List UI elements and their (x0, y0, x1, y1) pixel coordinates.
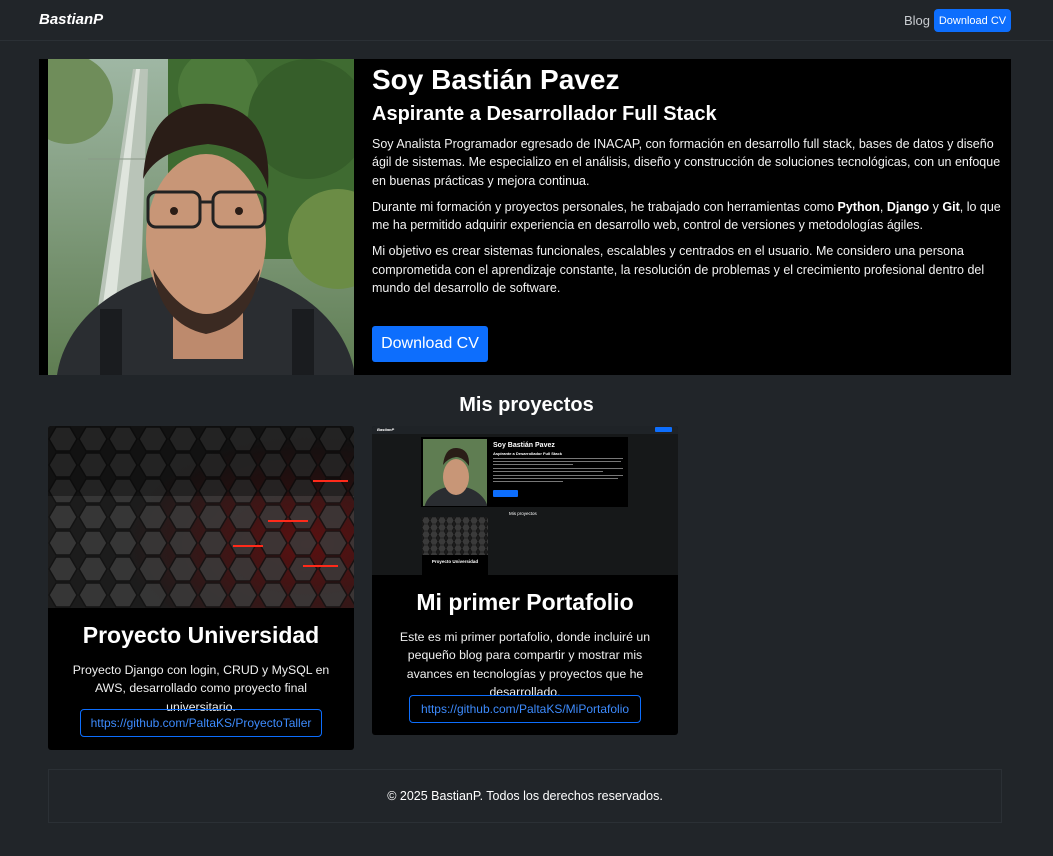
preview-text-line (493, 478, 618, 480)
hero-section: Soy Bastián Pavez Aspirante a Desarrolla… (39, 59, 1011, 375)
hero-paragraph-2-text: Durante mi formación y proyectos persona… (372, 199, 838, 214)
projects-title: Mis proyectos (459, 394, 594, 416)
hero-paragraph-2: Durante mi formación y proyectos persona… (372, 198, 1004, 235)
preview-card: Proyecto Universidad (422, 517, 488, 575)
project-title: Mi primer Portafolio (416, 589, 634, 615)
preview-card-title: Proyecto Universidad (431, 559, 479, 564)
download-cv-button[interactable]: Download CV (372, 326, 488, 362)
footer: © 2025 BastianP. Todos los derechos rese… (48, 769, 1002, 823)
preview-hero: Soy Bastián Pavez Aspirante a Desarrolla… (421, 437, 628, 507)
project-github-link[interactable]: https://github.com/PaltaKS/ProyectoTalle… (80, 709, 322, 737)
preview-subtitle: Aspirante a Desarrollador Full Stack (493, 451, 562, 456)
nav-link-blog[interactable]: Blog (904, 13, 930, 28)
preview-text-line (493, 475, 623, 477)
preview-button (655, 427, 672, 432)
portfolio-preview-screenshot: BastianP Soy Bastián Pavez Aspirante a D… (372, 426, 678, 575)
preview-cta (493, 490, 518, 497)
preview-navbar: BastianP (372, 426, 678, 434)
project-card-portafolio: BastianP Soy Bastián Pavez Aspirante a D… (372, 426, 678, 735)
separator: , (879, 199, 887, 214)
preview-text-line (493, 481, 563, 483)
project-description: Proyecto Django con login, CRUD y MySQL … (72, 663, 330, 714)
hero-subtitle: Aspirante a Desarrollador Full Stack (372, 103, 717, 125)
navbar-download-cv-button[interactable]: Download CV (934, 9, 1011, 32)
navbar: BastianP Blog Download CV (0, 0, 1053, 41)
preview-text-line (493, 458, 623, 460)
preview-projects-title: Mis proyectos (509, 511, 537, 516)
project-github-link[interactable]: https://github.com/PaltaKS/MiPortafolio (409, 695, 641, 723)
project-image-portfolio-preview: BastianP Soy Bastián Pavez Aspirante a D… (372, 426, 678, 575)
separator: y (929, 199, 943, 214)
project-image-hexagons (48, 426, 354, 608)
project-description: Este es mi primer portafolio, donde incl… (399, 630, 651, 699)
preview-text-line (493, 461, 621, 463)
hero-paragraph-3: Mi objetivo es crear sistemas funcionale… (372, 244, 985, 296)
hero-text: Soy Bastián Pavez Aspirante a Desarrolla… (372, 63, 1004, 297)
brand-logo[interactable]: BastianP (39, 11, 103, 28)
skill-python: Python (837, 199, 880, 214)
skill-git: Git (942, 199, 960, 214)
preview-brand: BastianP (377, 427, 395, 432)
preview-text-line (493, 471, 603, 473)
preview-photo (423, 439, 487, 506)
preview-title: Soy Bastián Pavez (493, 442, 555, 449)
preview-text-line (493, 468, 623, 470)
skill-django: Django (886, 199, 930, 214)
profile-photo (48, 59, 354, 375)
footer-text: © 2025 BastianP. Todos los derechos rese… (387, 789, 663, 803)
project-title: Proyecto Universidad (82, 622, 320, 648)
hero-title: Soy Bastián Pavez (372, 64, 620, 95)
preview-text-line (493, 464, 573, 466)
hero-paragraph-1: Soy Analista Programador egresado de INA… (372, 137, 1001, 188)
project-card-universidad: Proyecto Universidad Proyecto Django con… (48, 426, 354, 750)
